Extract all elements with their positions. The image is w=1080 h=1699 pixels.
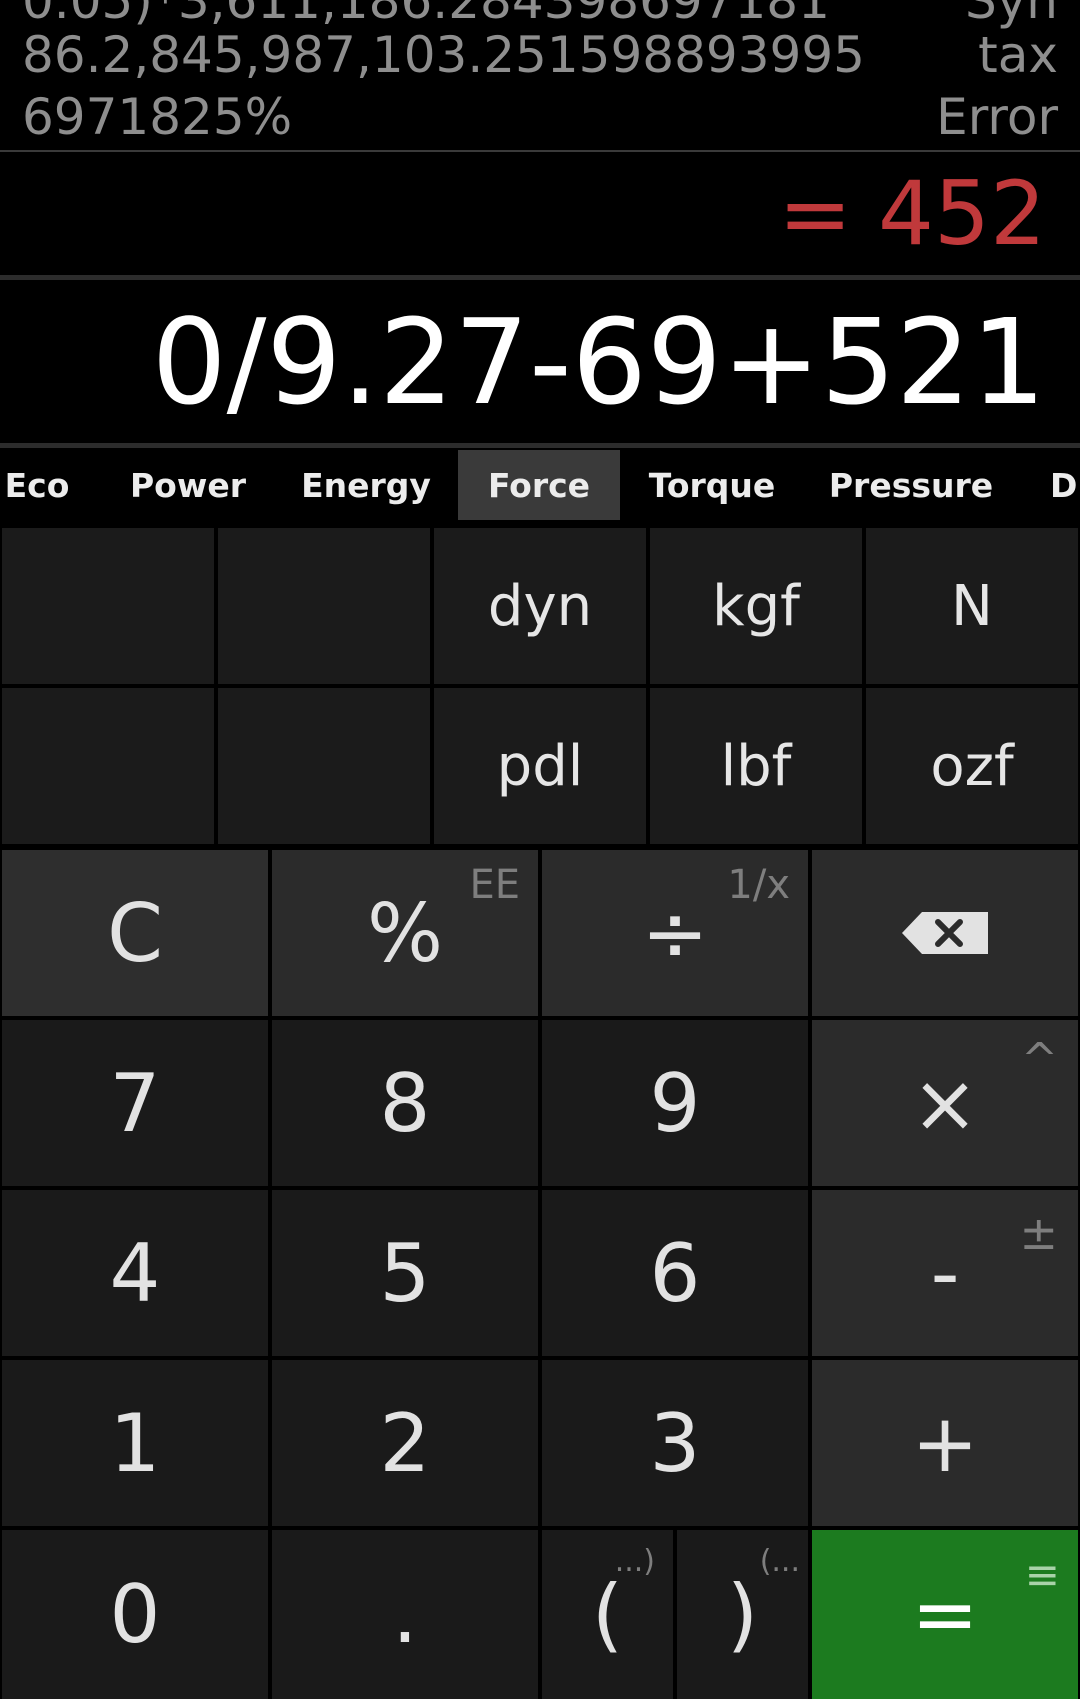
minus-button[interactable]: - ± [812, 1190, 1078, 1356]
digit-6-button[interactable]: 6 [542, 1190, 808, 1356]
digit-label: 2 [379, 1396, 431, 1490]
plus-label: + [911, 1396, 979, 1490]
unit-key-pdl[interactable]: pdl [434, 688, 646, 844]
tab-eco[interactable]: Eco [0, 450, 74, 520]
history-row[interactable]: 86.2,845,987,103.251598893995 tax [22, 24, 1058, 86]
percent-label: % [366, 886, 443, 980]
calculator-screen: 0.05)*3,611,186.284398697181 Syn 86.2,84… [0, 0, 1080, 1699]
empty-unit-key [218, 528, 430, 684]
result-value: 452 [878, 162, 1046, 265]
ee-label: EE [469, 862, 520, 908]
divide-button[interactable]: ÷ 1/x [542, 850, 808, 1016]
digit-8-button[interactable]: 8 [272, 1020, 538, 1186]
plus-minus-label: ± [1019, 1206, 1058, 1260]
percent-button[interactable]: % EE [272, 850, 538, 1016]
unit-key-ozf[interactable]: ozf [866, 688, 1078, 844]
open-paren-hint: ...) [614, 1544, 655, 1579]
unit-key-lbf[interactable]: lbf [650, 688, 862, 844]
tab-torque[interactable]: Torque [640, 450, 784, 520]
open-paren-button[interactable]: ( ...) [542, 1530, 673, 1699]
expression-text: 0/9.27-69+521 [151, 292, 1046, 431]
tab-pressure[interactable]: Pressure [818, 450, 1004, 520]
unit-grid: dyn kgf N pdl lbf ozf [0, 526, 1080, 844]
empty-unit-key [2, 528, 214, 684]
digit-label: 1 [109, 1396, 161, 1490]
history-expression: 86.2,845,987,103.251598893995 [22, 26, 865, 84]
multiply-label: × [911, 1056, 979, 1150]
unit-key-n[interactable]: N [866, 528, 1078, 684]
close-paren-hint: (... [759, 1544, 800, 1579]
digit-9-button[interactable]: 9 [542, 1020, 808, 1186]
unit-key-kgf[interactable]: kgf [650, 528, 862, 684]
menu-icon[interactable]: ≡ [1025, 1550, 1060, 1599]
digit-label: 7 [109, 1056, 161, 1150]
unit-category-tabs[interactable]: Eco Power Energy Force Torque Pressure D [0, 450, 1080, 520]
equals-label: = [911, 1568, 979, 1661]
digit-label: 6 [649, 1226, 701, 1320]
history-panel[interactable]: 0.05)*3,611,186.284398697181 Syn 86.2,84… [0, 0, 1080, 152]
plus-button[interactable]: + [812, 1360, 1078, 1526]
digit-1-button[interactable]: 1 [2, 1360, 268, 1526]
divide-label: ÷ [641, 886, 709, 980]
close-paren-button[interactable]: ) (... [677, 1530, 808, 1699]
backspace-button[interactable] [812, 850, 1078, 1016]
expression-display[interactable]: 0/9.27-69+521 [0, 280, 1080, 448]
clear-label: C [107, 886, 163, 980]
close-paren-label: ) [726, 1568, 759, 1661]
digit-label: 9 [649, 1056, 701, 1150]
result-display: = 452 [0, 152, 1080, 280]
decimal-label: . [392, 1568, 418, 1661]
digit-label: 5 [379, 1226, 431, 1320]
digit-label: 3 [649, 1396, 701, 1490]
digit-2-button[interactable]: 2 [272, 1360, 538, 1526]
tab-force[interactable]: Force [458, 450, 620, 520]
digit-label: 8 [379, 1056, 431, 1150]
open-paren-label: ( [591, 1568, 624, 1661]
digit-4-button[interactable]: 4 [2, 1190, 268, 1356]
history-result: Error [936, 88, 1058, 146]
unit-key-dyn[interactable]: dyn [434, 528, 646, 684]
result-equals-sign: = [778, 162, 853, 265]
clear-button[interactable]: C [2, 850, 268, 1016]
digit-7-button[interactable]: 7 [2, 1020, 268, 1186]
digit-3-button[interactable]: 3 [542, 1360, 808, 1526]
minus-label: - [930, 1226, 960, 1320]
power-label: ^ [1021, 1034, 1058, 1085]
backspace-icon [902, 912, 988, 954]
digit-5-button[interactable]: 5 [272, 1190, 538, 1356]
history-row[interactable]: 6971825% Error [22, 86, 1058, 148]
digit-label: 0 [109, 1568, 161, 1661]
equals-button[interactable]: = ≡ [812, 1530, 1078, 1699]
decimal-button[interactable]: . [272, 1530, 538, 1699]
tab-energy[interactable]: Energy [290, 450, 442, 520]
empty-unit-key [218, 688, 430, 844]
digit-0-button[interactable]: 0 [2, 1530, 268, 1699]
empty-unit-key [2, 688, 214, 844]
history-result: tax [978, 26, 1058, 84]
multiply-button[interactable]: × ^ [812, 1020, 1078, 1186]
tab-power[interactable]: Power [118, 450, 258, 520]
reciprocal-label: 1/x [727, 862, 790, 908]
history-expression: 6971825% [22, 88, 293, 146]
digit-label: 4 [109, 1226, 161, 1320]
tab-d[interactable]: D [1050, 450, 1080, 520]
